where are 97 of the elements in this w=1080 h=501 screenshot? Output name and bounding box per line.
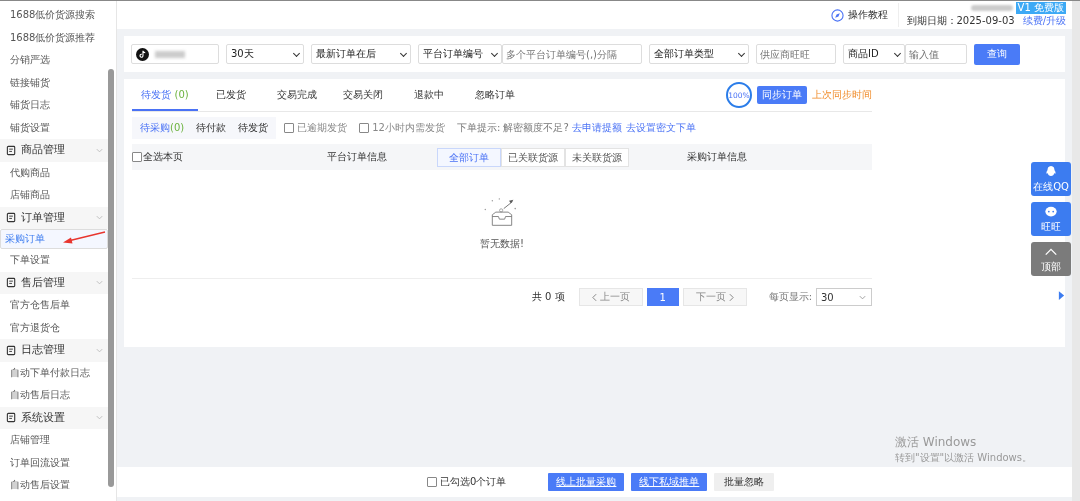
sidebar-item[interactable]: 订单回流设置 bbox=[0, 451, 108, 474]
group-label: 订单管理 bbox=[21, 210, 66, 225]
compass-icon bbox=[830, 8, 844, 22]
query-button[interactable]: 查询 bbox=[974, 43, 1020, 65]
order-type-select[interactable]: 全部订单类型 bbox=[649, 44, 749, 64]
music-note-icon bbox=[136, 47, 149, 61]
checkbox-label: 12小时内需发货 bbox=[372, 121, 445, 135]
checkbox-label: 已逾期发货 bbox=[297, 121, 348, 135]
sidebar-group[interactable]: 售后管理 bbox=[0, 271, 108, 294]
menu-icon bbox=[6, 344, 17, 356]
sidebar-item[interactable]: 店铺商品 bbox=[0, 184, 108, 207]
scrollbar-thumb[interactable] bbox=[108, 69, 114, 487]
blurred-account-name bbox=[970, 5, 1013, 11]
floating-button[interactable]: 在线QQ bbox=[1031, 162, 1071, 196]
order-tab[interactable]: 已发货 bbox=[198, 80, 264, 111]
sidebar-item[interactable]: 铺货日志 bbox=[0, 94, 108, 117]
hint-text: 下单提示: 解密额度不足? bbox=[456, 121, 569, 135]
menu-icon bbox=[6, 144, 17, 156]
order-tab[interactable]: 待发货 (0) bbox=[132, 80, 198, 111]
per-page-select[interactable]: 30 bbox=[816, 288, 872, 306]
sidebar-group[interactable]: 日志管理 bbox=[0, 339, 108, 362]
sidebar-group[interactable]: 系统设置 bbox=[0, 406, 108, 429]
group-label: 系统设置 bbox=[21, 410, 66, 425]
order-number-field[interactable]: 多个平台订单编号(,)分隔 bbox=[502, 44, 642, 64]
penguin-icon bbox=[1044, 164, 1058, 179]
select-all-checkbox[interactable] bbox=[132, 152, 142, 162]
last-sync-label: 上次同步时间 bbox=[812, 88, 872, 102]
menu-icon bbox=[6, 277, 17, 289]
activation-message: 转到"设置"以激活 Windows。 bbox=[894, 451, 1032, 465]
menu-icon bbox=[6, 412, 17, 424]
supplier-field[interactable]: 供应商旺旺 bbox=[756, 44, 836, 64]
blurred-shop-name bbox=[155, 50, 185, 58]
checkbox[interactable] bbox=[359, 123, 370, 133]
floating-button[interactable]: 旺旺 bbox=[1031, 202, 1071, 236]
sidebar-item[interactable]: 自动售后日志 bbox=[0, 384, 108, 407]
group-label: 日志管理 bbox=[21, 343, 66, 358]
group-label: 商品管理 bbox=[21, 143, 66, 158]
status-tab[interactable]: 待发货 bbox=[232, 121, 275, 135]
status-tab[interactable]: 待付款 bbox=[190, 121, 233, 135]
sidebar-item[interactable]: 链接铺货 bbox=[0, 71, 108, 94]
tutorial-link[interactable]: 操作教程 bbox=[847, 8, 888, 22]
total-count: 共 0 项 bbox=[531, 290, 565, 304]
filter-segment[interactable]: 未关联货源 bbox=[565, 147, 629, 167]
order-tab[interactable]: 交易完成 bbox=[264, 80, 330, 111]
sidebar-item[interactable]: 店铺管理 bbox=[0, 429, 108, 452]
chat-icon bbox=[1044, 204, 1058, 219]
upgrade-link[interactable]: 续费/升级 bbox=[1022, 14, 1066, 28]
shop-select[interactable] bbox=[131, 44, 219, 64]
per-page-label: 每页显示: bbox=[768, 290, 812, 304]
filter-segment[interactable]: 已关联货源 bbox=[501, 147, 565, 167]
checkbox-label: 已勾选0个订单 bbox=[440, 475, 507, 489]
sidebar-item[interactable]: 下单设置 bbox=[0, 249, 108, 272]
page-button[interactable]: 1 bbox=[646, 288, 679, 306]
order-tab[interactable]: 忽略订单 bbox=[462, 80, 528, 111]
sidebar-item[interactable]: 1688低价货源推荐 bbox=[0, 26, 108, 49]
activation-title: 激活 Windows bbox=[894, 434, 978, 451]
hint-link[interactable]: 去申请提额 bbox=[571, 121, 622, 135]
empty-message: 暂无数据! bbox=[480, 237, 524, 251]
chevron-right-icon bbox=[728, 292, 734, 302]
status-tab[interactable]: 待采购(0) bbox=[134, 121, 191, 135]
expiry-date: 到期日期：2025-09-03 bbox=[906, 14, 1015, 28]
column-header: 采购订单信息 bbox=[687, 150, 747, 164]
bulk-action-button[interactable]: 线下私域推单 bbox=[631, 473, 708, 491]
period-select[interactable]: 30天 bbox=[226, 44, 304, 64]
chevron-left-icon bbox=[591, 292, 597, 302]
group-label: 售后管理 bbox=[21, 275, 66, 290]
menu-icon bbox=[6, 212, 17, 224]
checkbox[interactable] bbox=[427, 477, 437, 487]
order-tab[interactable]: 交易关闭 bbox=[330, 80, 396, 111]
filter-segment[interactable]: 全部订单 bbox=[437, 147, 501, 167]
sidebar-item[interactable]: 自动售后设置 bbox=[0, 474, 108, 497]
right-arrow-icon[interactable] bbox=[1058, 291, 1065, 300]
sidebar-item[interactable]: 铺货设置 bbox=[0, 116, 108, 139]
sidebar-group[interactable]: 商品管理 bbox=[0, 139, 108, 162]
column-header: 平台订单信息 bbox=[327, 150, 388, 164]
sync-button[interactable]: 同步订单 bbox=[757, 86, 807, 104]
sidebar-item[interactable]: 采购订单 bbox=[0, 229, 108, 249]
sort-select[interactable]: 最新订单在后 bbox=[311, 44, 411, 64]
page-scrollbar[interactable] bbox=[1072, 1, 1080, 501]
floating-button[interactable]: 顶部 bbox=[1031, 242, 1071, 276]
sidebar-item[interactable]: 自动下单付款日志 bbox=[0, 361, 108, 384]
checkbox[interactable] bbox=[284, 123, 295, 133]
order-tab[interactable]: 退款中 bbox=[396, 80, 462, 111]
sidebar-item[interactable]: 官方退货仓 bbox=[0, 316, 108, 339]
product-id-field[interactable]: 输入值 bbox=[905, 44, 967, 64]
bulk-action-button[interactable]: 批量忽略 bbox=[714, 473, 775, 491]
order-field-select[interactable]: 平台订单编号 bbox=[418, 44, 502, 64]
plan-badge: V1 免费版 bbox=[1015, 2, 1066, 14]
bulk-action-button[interactable]: 线上批量采购 bbox=[548, 473, 625, 491]
sidebar-item[interactable]: 官方仓售后单 bbox=[0, 294, 108, 317]
sidebar-item[interactable]: 1688低价货源搜索 bbox=[0, 4, 108, 27]
select-all-label: 全选本页 bbox=[143, 150, 183, 164]
sidebar-item[interactable]: 分销严选 bbox=[0, 49, 108, 72]
sidebar-item[interactable]: 代购商品 bbox=[0, 161, 108, 184]
sidebar-group[interactable]: 订单管理 bbox=[0, 206, 108, 229]
annotation-arrow bbox=[62, 231, 106, 245]
hint-link[interactable]: 去设置密文下单 bbox=[625, 121, 696, 135]
